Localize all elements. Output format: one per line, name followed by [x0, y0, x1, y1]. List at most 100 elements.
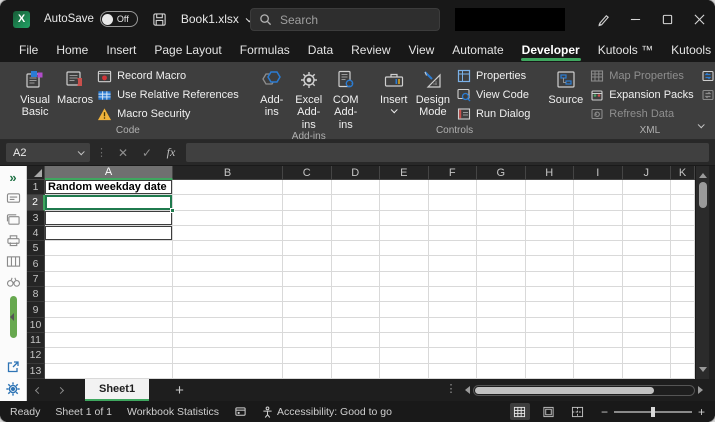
- view-code-button[interactable]: View Code: [455, 86, 532, 104]
- cell-J9[interactable]: [622, 302, 671, 318]
- tab-developer[interactable]: Developer: [513, 38, 589, 62]
- cell-D13[interactable]: [331, 363, 380, 379]
- cell-I10[interactable]: [574, 317, 623, 333]
- cell-E12[interactable]: [380, 348, 429, 364]
- sidebar-expand-icon[interactable]: »: [9, 171, 16, 184]
- cell-H3[interactable]: [525, 210, 574, 226]
- tab-kutools-plus[interactable]: Kutools Plus: [662, 38, 715, 62]
- cell-A2[interactable]: [45, 195, 175, 213]
- visual-basic-button[interactable]: Visual Basic: [15, 66, 55, 119]
- cell-G1[interactable]: [477, 180, 526, 196]
- autosave-toggle[interactable]: Off: [99, 11, 138, 27]
- cell-E7[interactable]: [380, 271, 429, 288]
- cell-H10[interactable]: [525, 317, 574, 333]
- cell-B13[interactable]: [173, 363, 283, 379]
- cell-G7[interactable]: [477, 271, 526, 288]
- cell-A7[interactable]: [45, 271, 173, 288]
- formula-input[interactable]: [186, 143, 709, 162]
- workbook-statistics-button[interactable]: Workbook Statistics: [127, 406, 219, 418]
- row-header-6[interactable]: 6: [27, 256, 45, 272]
- cell-K2[interactable]: [671, 195, 695, 211]
- cell-F13[interactable]: [428, 363, 477, 379]
- cell-I11[interactable]: [574, 332, 623, 349]
- cell-H9[interactable]: [525, 302, 574, 318]
- add-ins-button[interactable]: Add-ins: [255, 66, 289, 119]
- cell-C4[interactable]: [283, 225, 332, 242]
- row-header-5[interactable]: 5: [27, 241, 45, 257]
- cell-H5[interactable]: [525, 241, 574, 257]
- cell-I2[interactable]: [574, 195, 623, 211]
- cell-B8[interactable]: [173, 287, 283, 303]
- cell-D10[interactable]: [331, 317, 380, 333]
- cell-B2[interactable]: [173, 195, 283, 211]
- cell-C1[interactable]: [283, 180, 332, 196]
- cell-H12[interactable]: [525, 348, 574, 364]
- sheet-tab-sheet1[interactable]: Sheet1: [85, 379, 150, 401]
- cell-J2[interactable]: [622, 195, 671, 211]
- column-header-i[interactable]: I: [574, 166, 623, 180]
- cell-B10[interactable]: [173, 317, 283, 333]
- cell-B5[interactable]: [173, 241, 283, 257]
- insert-control-button[interactable]: Insert: [377, 66, 411, 114]
- cell-G4[interactable]: [477, 225, 526, 242]
- cell-E11[interactable]: [380, 332, 429, 349]
- cell-B7[interactable]: [173, 271, 283, 288]
- cell-K11[interactable]: [671, 332, 695, 349]
- horizontal-scroll-track[interactable]: [473, 384, 695, 396]
- cell-F2[interactable]: [428, 195, 477, 211]
- cell-J6[interactable]: [622, 256, 671, 272]
- tab-kutools[interactable]: Kutools ™: [589, 38, 662, 62]
- cell-E9[interactable]: [380, 302, 429, 318]
- cell-I9[interactable]: [574, 302, 623, 318]
- cell-J8[interactable]: [622, 287, 671, 303]
- zoom-slider[interactable]: [613, 406, 692, 417]
- tab-view[interactable]: View: [400, 38, 444, 62]
- new-sheet-button[interactable]: +: [175, 382, 184, 399]
- cell-F3[interactable]: [428, 210, 477, 226]
- cell-C13[interactable]: [283, 363, 332, 379]
- scroll-down-icon[interactable]: [698, 367, 707, 376]
- cell-C10[interactable]: [283, 317, 332, 333]
- row-header-4[interactable]: 4: [27, 225, 45, 242]
- cell-C11[interactable]: [283, 332, 332, 349]
- prev-sheet-icon[interactable]: [27, 386, 49, 394]
- cell-C9[interactable]: [283, 302, 332, 318]
- cell-D1[interactable]: [331, 180, 380, 196]
- cell-B4[interactable]: [173, 225, 283, 242]
- cell-G5[interactable]: [477, 241, 526, 257]
- column-header-b[interactable]: B: [173, 166, 283, 180]
- cell-H6[interactable]: [525, 256, 574, 272]
- cell-I7[interactable]: [574, 271, 623, 288]
- cell-K13[interactable]: [671, 363, 695, 379]
- cell-K12[interactable]: [671, 348, 695, 364]
- column-header-f[interactable]: F: [428, 166, 477, 180]
- vertical-scrollbar[interactable]: [695, 166, 709, 379]
- cell-B1[interactable]: [173, 180, 283, 196]
- cell-F12[interactable]: [428, 348, 477, 364]
- horizontal-scroll-thumb[interactable]: [475, 386, 654, 394]
- tab-data[interactable]: Data: [299, 38, 342, 62]
- excel-add-ins-button[interactable]: Excel Add-ins: [292, 66, 326, 131]
- scroll-up-icon[interactable]: [698, 169, 707, 178]
- cell-J4[interactable]: [622, 225, 671, 242]
- cell-C8[interactable]: [283, 287, 332, 303]
- search-input[interactable]: Search: [250, 8, 440, 31]
- accessibility-status[interactable]: Accessibility: Good to go: [262, 406, 392, 418]
- enter-icon[interactable]: ✓: [138, 146, 156, 160]
- cell-K5[interactable]: [671, 241, 695, 257]
- cell-J5[interactable]: [622, 241, 671, 257]
- row-header-7[interactable]: 7: [27, 271, 45, 288]
- cell-A11[interactable]: [45, 332, 173, 349]
- cell-E8[interactable]: [380, 287, 429, 303]
- cell-G3[interactable]: [477, 210, 526, 226]
- cell-I1[interactable]: [574, 180, 623, 196]
- cell-I13[interactable]: [574, 363, 623, 379]
- cell-E5[interactable]: [380, 241, 429, 257]
- save-icon[interactable]: [152, 12, 167, 27]
- cell-K3[interactable]: [671, 210, 695, 226]
- cell-J12[interactable]: [622, 348, 671, 364]
- cell-F6[interactable]: [428, 256, 477, 272]
- normal-view-button[interactable]: [509, 403, 530, 420]
- name-box[interactable]: A2: [6, 143, 90, 162]
- macros-button[interactable]: Macros: [57, 66, 93, 106]
